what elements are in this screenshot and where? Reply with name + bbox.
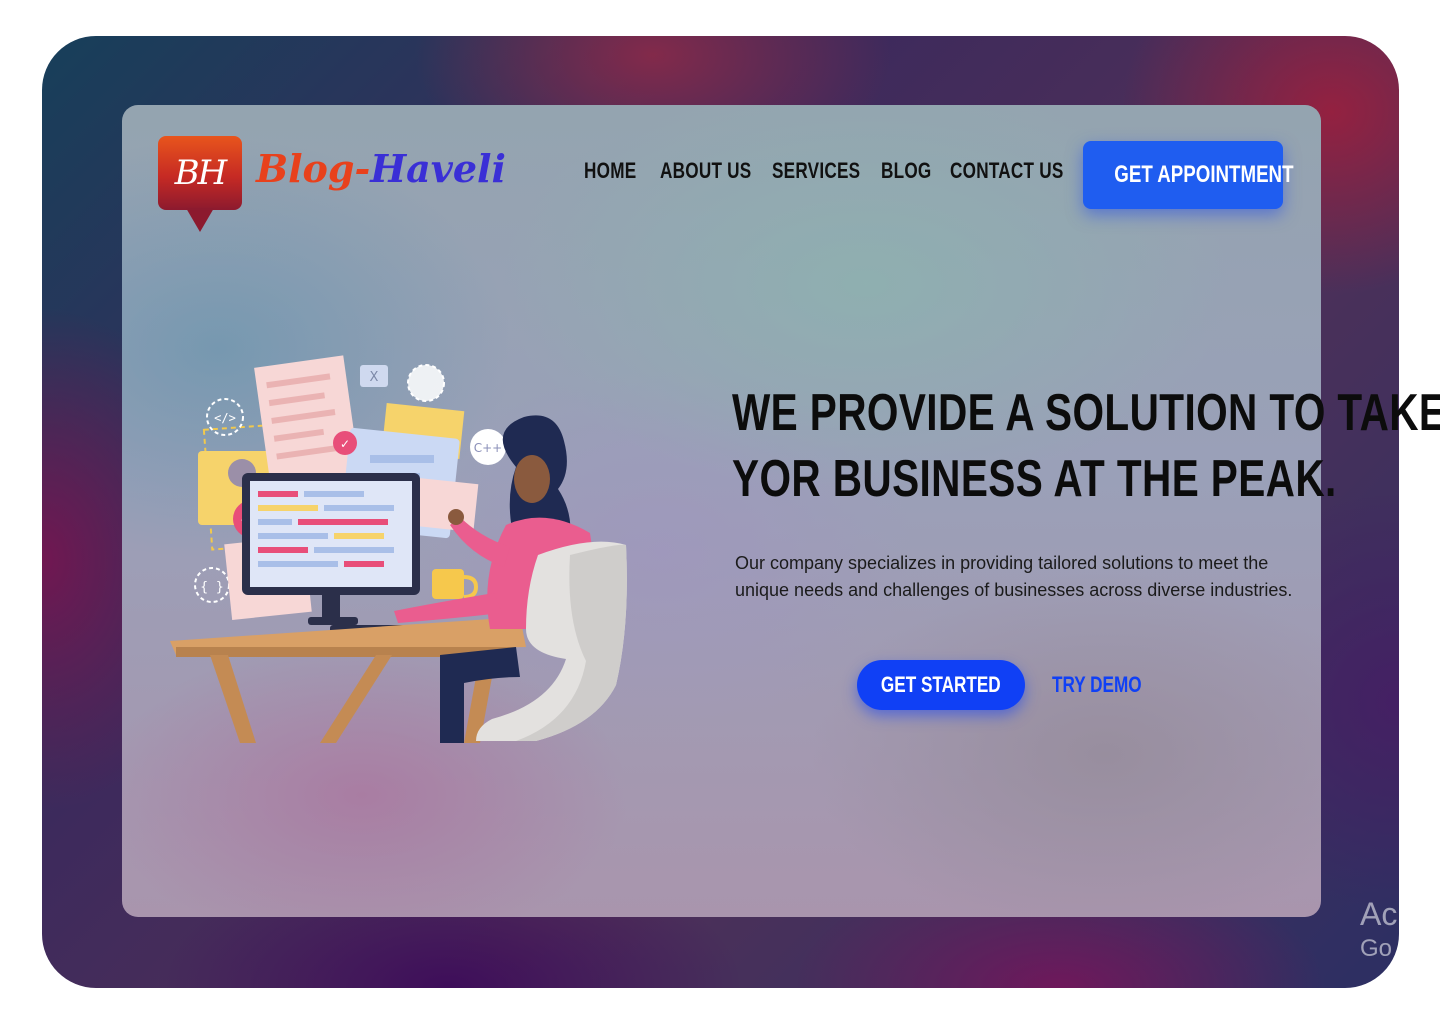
developer-at-desk-illustration: ✓ X </> { } C++ </> bbox=[170, 355, 627, 743]
hero-title: WE PROVIDE A SOLUTION TO TAKE YOR BUSINE… bbox=[732, 380, 1440, 512]
logo-wordmark: Blog-Haveli bbox=[256, 146, 506, 191]
logo-badge: BH bbox=[158, 136, 242, 210]
nav-blog[interactable]: BLOG bbox=[881, 158, 932, 184]
get-started-label: GET STARTED bbox=[881, 672, 1001, 697]
code-badge-icon: </> bbox=[214, 411, 236, 425]
site-logo[interactable]: BH Blog-Haveli bbox=[158, 136, 506, 236]
try-demo-link[interactable]: TRY DEMO bbox=[1052, 672, 1142, 698]
hero-description: Our company specializes in providing tai… bbox=[735, 553, 1293, 600]
os-activation-watermark: Ac Go bbox=[1360, 896, 1397, 963]
nav-about-us[interactable]: ABOUT US bbox=[660, 158, 751, 184]
logo-pin-icon bbox=[186, 208, 214, 232]
hero-title-line-1: WE PROVIDE A SOLUTION TO TAKE bbox=[732, 384, 1440, 442]
braces-badge-icon: { } bbox=[200, 580, 223, 595]
get-started-button[interactable]: GET STARTED bbox=[857, 660, 1025, 710]
get-appointment-button[interactable]: GET APPOINTMENT bbox=[1083, 141, 1294, 209]
cpp-badge-icon: C++ bbox=[474, 441, 503, 455]
nav-contact-us[interactable]: CONTACT US bbox=[950, 158, 1064, 184]
watermark-line-2: Go bbox=[1360, 935, 1393, 962]
nav-services[interactable]: SERVICES bbox=[772, 158, 860, 184]
get-appointment-label: GET APPOINTMENT bbox=[1114, 161, 1294, 188]
logo-wordmark-accent: Haveli bbox=[370, 146, 506, 191]
svg-text:✓: ✓ bbox=[340, 437, 350, 451]
nav-home[interactable]: HOME bbox=[584, 158, 636, 184]
watermark-line-1: Ac bbox=[1360, 896, 1398, 932]
close-badge-icon: X bbox=[370, 370, 379, 385]
logo-wordmark-primary: Blog- bbox=[256, 146, 371, 191]
hero-title-line-2: YOR BUSINESS AT THE PEAK. bbox=[732, 450, 1337, 508]
